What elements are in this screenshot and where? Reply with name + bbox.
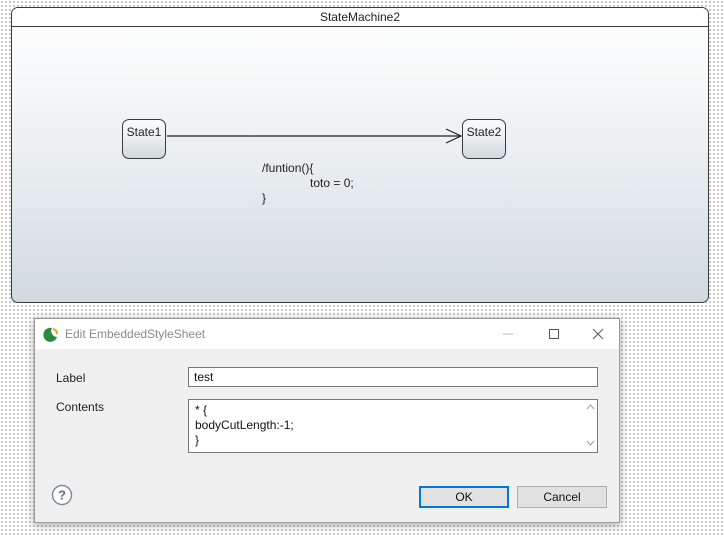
transition-effect-label[interactable]: /funtion(){ toto = 0; } [262,161,354,206]
dialog-title: Edit EmbeddedStyleSheet [65,327,206,341]
maximize-button[interactable] [531,319,577,349]
eclipse-icon [43,327,58,342]
minimize-button[interactable] [485,319,531,349]
state-state2[interactable]: State2 [462,119,506,159]
contents-line: * { [195,403,208,417]
maximize-icon [549,329,559,339]
dialog-titlebar[interactable]: Edit EmbeddedStyleSheet [35,319,619,349]
state-machine-frame[interactable]: StateMachine2 State1 State2 /funtion(){ … [11,7,709,303]
cancel-button[interactable]: Cancel [517,486,607,508]
contents-line: bodyCutLength:-1; [195,418,294,432]
ok-button[interactable]: OK [419,486,509,508]
close-icon [592,328,604,340]
effect-line: } [262,191,267,205]
state2-label: State2 [466,125,502,139]
help-icon[interactable]: ? [51,484,73,506]
transition-arrow[interactable] [12,8,709,303]
contents-field-label: Contents [56,400,105,414]
contents-line: } [195,433,200,447]
state-state1[interactable]: State1 [122,119,166,159]
label-field-label: Label [56,371,86,385]
contents-textarea[interactable]: * { bodyCutLength:-1; } [188,399,598,453]
close-button[interactable] [575,319,621,349]
edit-stylesheet-dialog: Edit EmbeddedStyleSheet Label test Conte… [34,318,620,523]
label-input[interactable]: test [188,367,598,387]
chevron-down-icon[interactable] [586,440,595,446]
effect-line: toto = 0; [310,176,354,190]
svg-text:?: ? [58,488,66,503]
contents-scrollbar[interactable] [583,400,597,452]
state1-label: State1 [126,125,162,139]
chevron-up-icon[interactable] [586,404,595,410]
effect-line: /funtion(){ [262,161,314,175]
minimize-icon [503,333,513,335]
